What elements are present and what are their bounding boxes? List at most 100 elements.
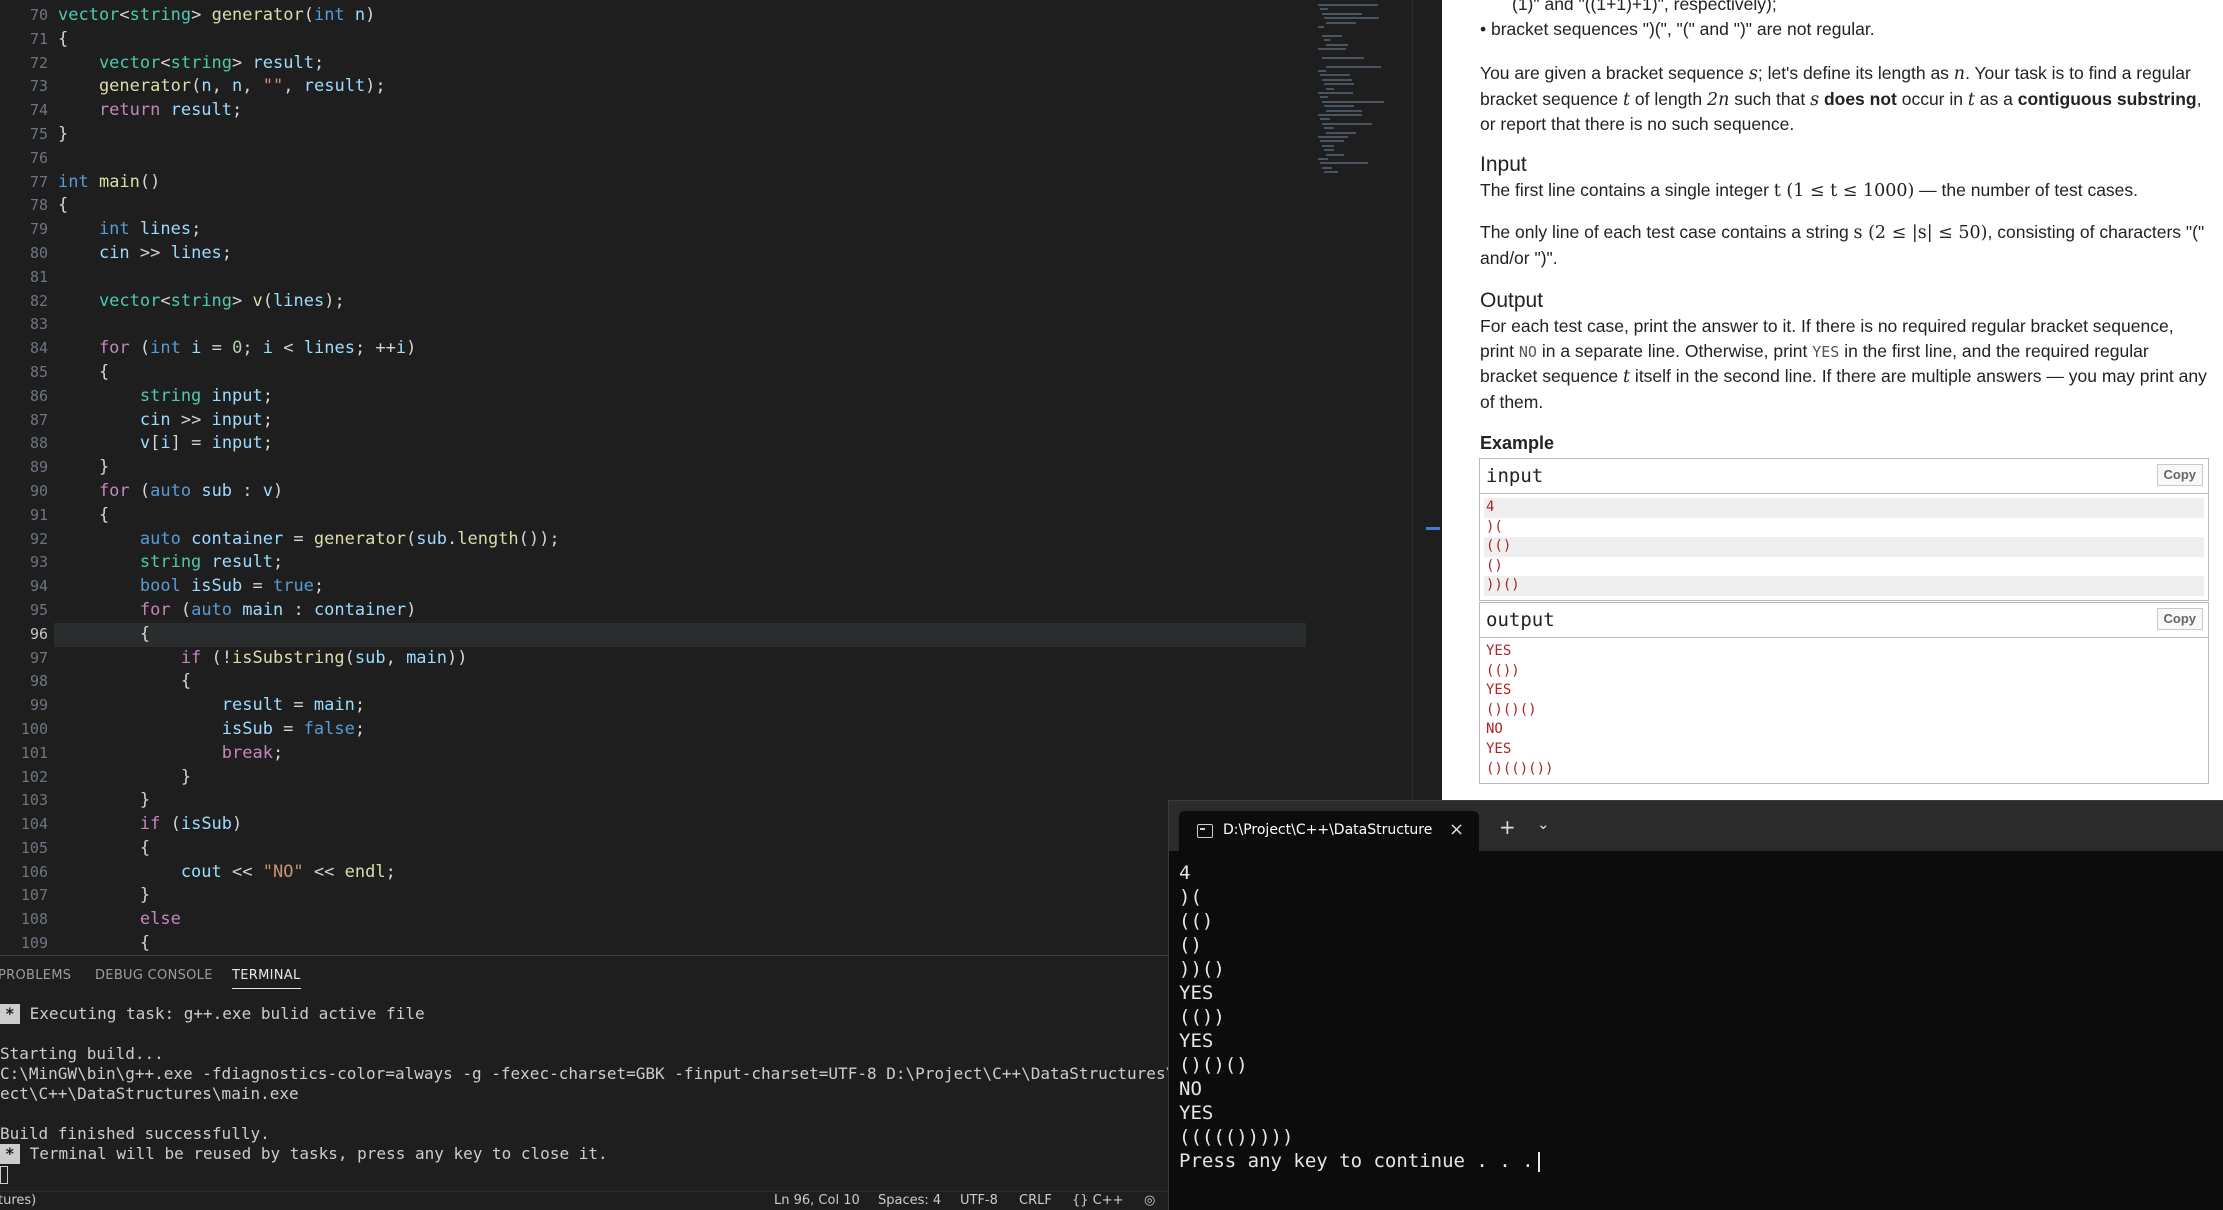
line-number: 91: [29, 505, 48, 524]
line-number: 70: [29, 6, 48, 24]
windows-terminal[interactable]: D:\Project\C++\DataStructures × + ⌄ 4)((…: [1168, 800, 2223, 1210]
code-token: i: [180, 338, 202, 359]
code-line[interactable]: vector<string> generator(int n): [58, 4, 1306, 28]
code-token: }: [58, 790, 151, 811]
code-token: cin: [58, 242, 130, 263]
code-token: }: [58, 885, 151, 906]
code-line[interactable]: bool isSub = true;: [58, 575, 1306, 599]
code-line[interactable]: cout << "NO" << endl;: [58, 861, 1306, 885]
code-line[interactable]: result = main;: [58, 694, 1306, 718]
minimap-line: [1318, 26, 1324, 28]
code-line[interactable]: {: [58, 28, 1306, 52]
code-line[interactable]: }: [58, 123, 1306, 147]
code-line[interactable]: {: [58, 361, 1306, 385]
code-token: }: [58, 123, 69, 144]
code-line[interactable]: else: [58, 908, 1306, 932]
status-indentation[interactable]: Spaces: 4: [878, 1193, 941, 1208]
code-line[interactable]: for (auto sub : v): [58, 480, 1306, 504]
code-token: ;: [313, 576, 325, 597]
close-icon[interactable]: ×: [1449, 819, 1464, 840]
copy-output-button[interactable]: Copy: [2156, 608, 2203, 630]
code-line[interactable]: v[i] = input;: [58, 432, 1306, 456]
minimap[interactable]: [1312, 0, 1422, 190]
example-line: YES: [1486, 643, 1512, 659]
example-line: ()()(): [1486, 701, 1537, 718]
minimap-line: [1326, 21, 1356, 24]
terminal-titlebar[interactable]: D:\Project\C++\DataStructures × + ⌄: [1169, 801, 2223, 851]
code-line[interactable]: int lines;: [58, 218, 1306, 242]
code-line[interactable]: {: [54, 622, 1306, 647]
code-line[interactable]: vector<string> v(lines);: [58, 290, 1306, 314]
tab-debug-console[interactable]: DEBUG CONSOLE: [95, 968, 213, 983]
code-line[interactable]: {: [58, 932, 1306, 953]
code-line[interactable]: if (!isSubstring(sub, main)): [58, 647, 1306, 671]
status-bar: tures) Ln 96, Col 10 Spaces: 4 UTF-8 CRL…: [0, 1191, 1170, 1210]
code-line[interactable]: cin >> lines;: [58, 242, 1306, 266]
code-line[interactable]: auto container = generator(sub.length())…: [58, 528, 1306, 552]
integrated-terminal-output[interactable]: * Executing task: g++.exe bulid active fi…: [0, 1004, 1170, 1184]
code-token: ,: [211, 76, 233, 97]
terminal-output[interactable]: 4)((()()))() YES(()) YES()()() NO YES((((())…: [1179, 861, 1540, 1173]
code-line[interactable]: isSub = false;: [58, 718, 1306, 742]
minimap-line: [1318, 70, 1326, 72]
status-eol[interactable]: CRLF: [1019, 1193, 1052, 1208]
tab-terminal[interactable]: TERMINAL: [232, 968, 301, 989]
minimap-line: [1326, 109, 1362, 112]
code-line[interactable]: generator(n, n, "", result);: [58, 75, 1306, 99]
code-line[interactable]: return result;: [58, 99, 1306, 123]
code-line[interactable]: {: [58, 670, 1306, 694]
terminal-line: ect\C++\DataStructures\main.exe: [0, 1084, 299, 1103]
status-encoding[interactable]: UTF-8: [960, 1193, 998, 1208]
code-line[interactable]: {: [58, 504, 1306, 528]
terminal-line: * Executing task: g++.exe bulid active fi…: [0, 1004, 1170, 1024]
code-line[interactable]: for (auto main : container): [58, 599, 1306, 623]
code-token: int: [58, 219, 130, 240]
code-token: ;: [354, 718, 366, 739]
new-tab-icon[interactable]: +: [1499, 815, 1516, 839]
code-token: int: [313, 5, 345, 25]
code-line[interactable]: cin >> input;: [58, 409, 1306, 433]
code-line[interactable]: vector<string> result;: [58, 52, 1306, 76]
example-input-label: input: [1486, 465, 1544, 487]
terminal-tab[interactable]: D:\Project\C++\DataStructures ×: [1179, 811, 1479, 851]
code-token: for: [58, 338, 130, 359]
code-token: result: [58, 695, 284, 716]
code-line[interactable]: break;: [58, 742, 1306, 766]
code-line[interactable]: string result;: [58, 551, 1306, 575]
code-line[interactable]: if (isSub): [58, 813, 1306, 837]
status-broadcast-icon[interactable]: ◎: [1144, 1193, 1155, 1208]
code-line[interactable]: [58, 313, 1306, 337]
line-number: 103: [20, 791, 48, 810]
minimap-line: [1318, 48, 1346, 50]
code-token: return: [58, 100, 161, 121]
code-line[interactable]: }: [58, 884, 1306, 908]
status-workspace[interactable]: tures): [0, 1193, 36, 1208]
code-token: <<: [303, 861, 345, 882]
code-line[interactable]: }: [58, 766, 1306, 790]
code-token: {: [58, 195, 69, 216]
code-line[interactable]: {: [58, 837, 1306, 861]
line-number: 90: [29, 481, 48, 500]
code-line[interactable]: int main(): [58, 171, 1306, 195]
code-token: ): [232, 814, 243, 835]
minimap-line: [1322, 166, 1332, 169]
terminal-line: Starting build...: [0, 1044, 164, 1063]
code-line[interactable]: [58, 147, 1306, 171]
code-line[interactable]: string input;: [58, 385, 1306, 409]
code-line[interactable]: [58, 266, 1306, 290]
line-number: 86: [29, 386, 48, 405]
code-area[interactable]: vector<string> generator(int n){ vector<…: [54, 4, 1306, 953]
code-line[interactable]: for (int i = 0; i < lines; ++i): [58, 337, 1306, 361]
code-token: ): [406, 599, 417, 620]
minimap-line: [1320, 140, 1344, 143]
code-line[interactable]: {: [58, 194, 1306, 218]
code-line[interactable]: }: [58, 789, 1306, 813]
code-token: ;: [272, 552, 284, 573]
code-token: v: [252, 290, 263, 311]
chevron-down-icon[interactable]: ⌄: [1537, 815, 1550, 833]
copy-input-button[interactable]: Copy: [2156, 464, 2203, 486]
tab-problems[interactable]: PROBLEMS: [0, 968, 71, 983]
status-language-mode[interactable]: {} C++: [1072, 1193, 1124, 1208]
status-cursor-position[interactable]: Ln 96, Col 10: [774, 1193, 860, 1208]
code-line[interactable]: }: [58, 456, 1306, 480]
